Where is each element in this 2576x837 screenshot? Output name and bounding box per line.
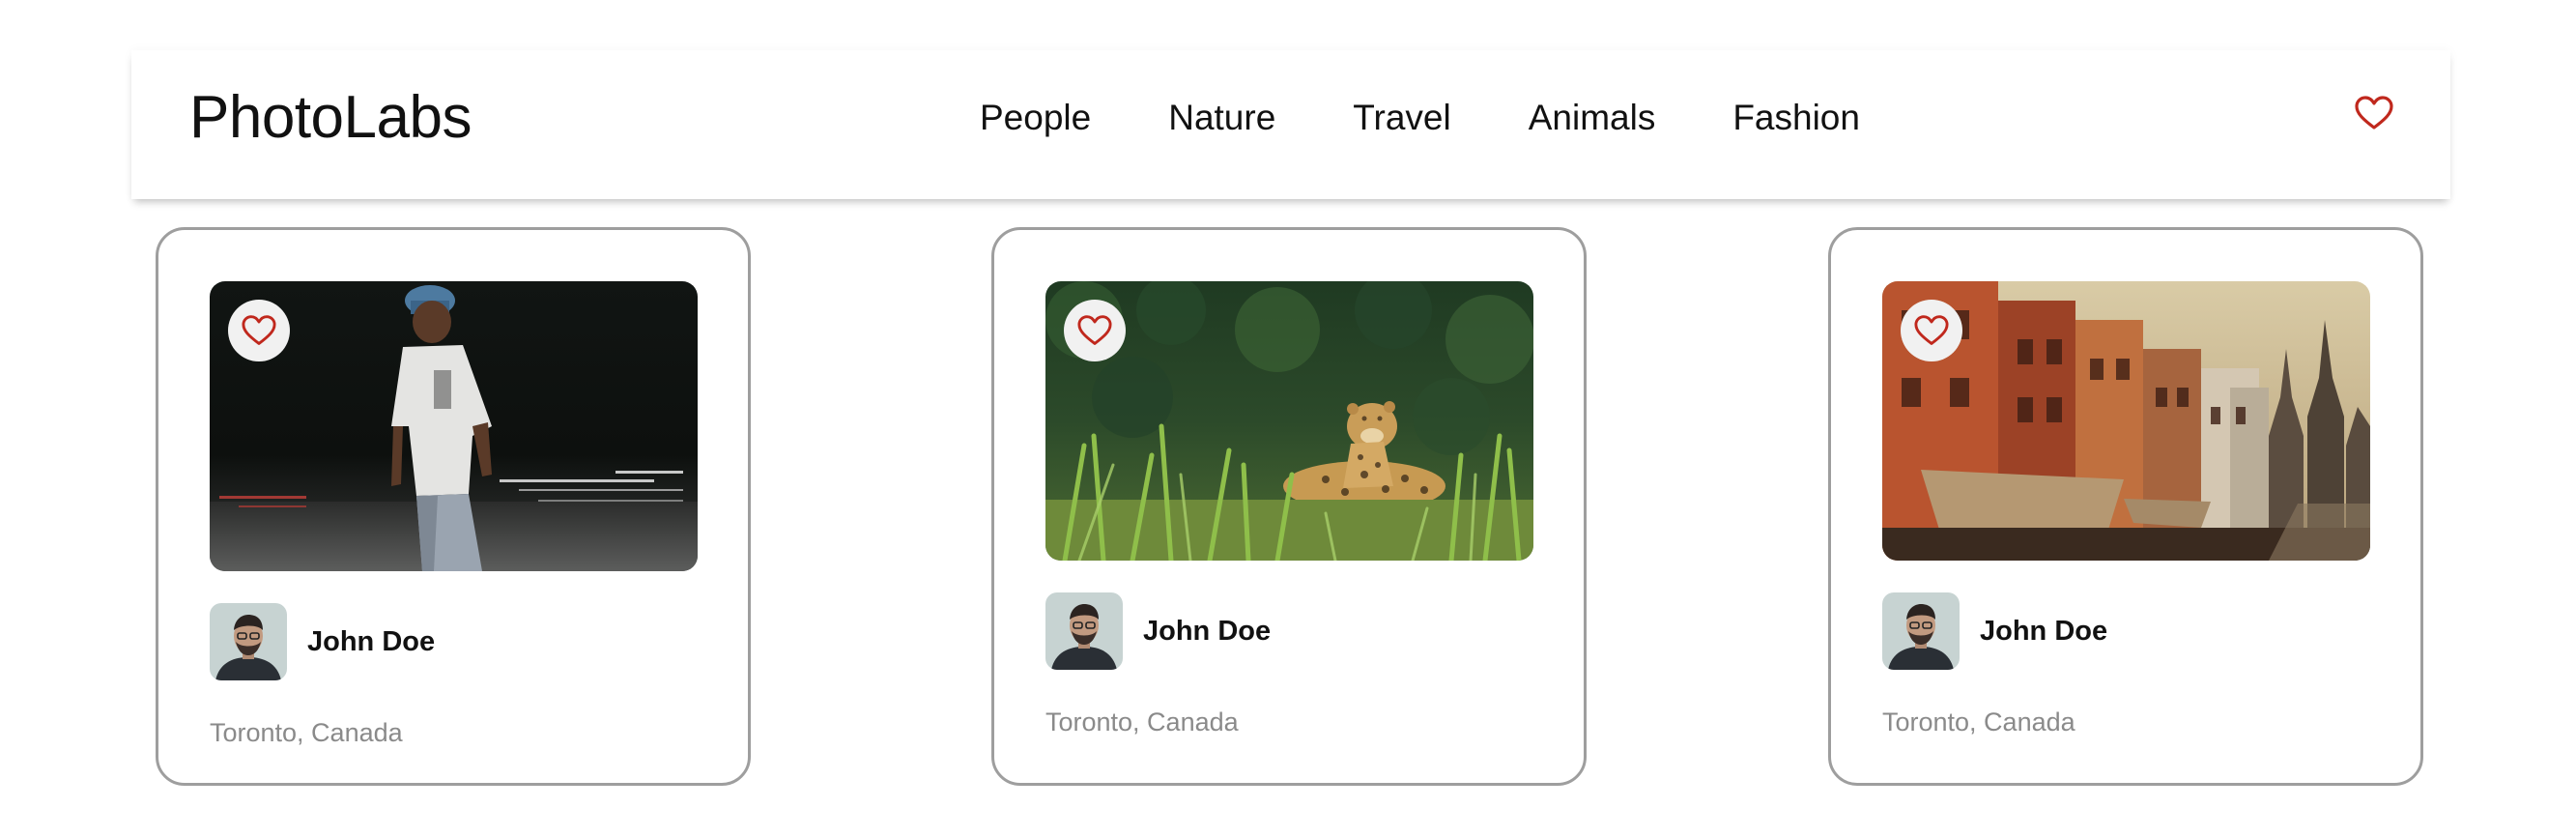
heart-outline-icon [2355, 96, 2393, 130]
favorite-button[interactable] [1064, 300, 1126, 361]
user-name: John Doe [1143, 615, 1272, 647]
favorite-button[interactable] [1901, 300, 1962, 361]
user-avatar [1882, 592, 1960, 670]
app-logo[interactable]: PhotoLabs [189, 79, 472, 157]
topic-fashion[interactable]: Fashion [1732, 89, 1860, 147]
photo-card[interactable]: John Doe Toronto, Canada [156, 227, 751, 786]
photo-card[interactable]: John Doe Toronto, Canada [1828, 227, 2423, 786]
photo-location: Toronto, Canada [1882, 707, 2075, 736]
topic-travel[interactable]: Travel [1353, 89, 1450, 147]
photo-location: Toronto, Canada [210, 718, 403, 747]
photo-user: John Doe [1045, 592, 1271, 670]
avatar-image [1882, 592, 1960, 670]
topic-animals[interactable]: Animals [1529, 89, 1656, 147]
user-name: John Doe [307, 625, 436, 657]
photo-user: John Doe [210, 603, 435, 680]
topic-nature[interactable]: Nature [1168, 89, 1275, 147]
topic-people[interactable]: People [980, 89, 1091, 147]
photo-location: Toronto, Canada [1045, 707, 1239, 736]
user-avatar [1045, 592, 1123, 670]
heart-outline-icon [1077, 315, 1112, 345]
user-avatar [210, 603, 287, 680]
user-name: John Doe [1980, 615, 2108, 647]
avatar-image [210, 603, 287, 680]
heart-outline-icon [1914, 315, 1949, 345]
favorite-button[interactable] [228, 300, 290, 361]
heart-outline-icon [242, 315, 276, 345]
top-nav-bar: PhotoLabs People Nature Travel Animals F… [131, 50, 2450, 199]
topic-list: People Nature Travel Animals Fashion [980, 89, 1860, 147]
favorites-nav-button[interactable] [2350, 89, 2398, 137]
photo-user: John Doe [1882, 592, 2107, 670]
photo-card[interactable]: John Doe Toronto, Canada [991, 227, 1587, 786]
avatar-image [1045, 592, 1123, 670]
